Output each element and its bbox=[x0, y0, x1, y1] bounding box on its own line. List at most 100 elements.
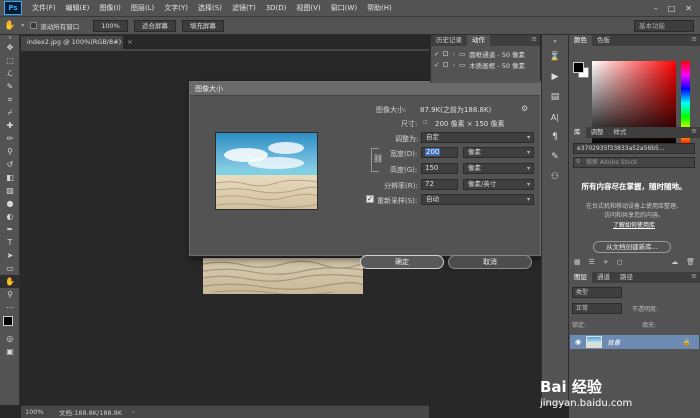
tab-swatches[interactable]: 色板 bbox=[592, 35, 615, 46]
crop-tool-icon[interactable]: ⌗ bbox=[0, 93, 20, 106]
resample-select[interactable]: 自动 ▾ bbox=[421, 194, 534, 205]
menu-3d[interactable]: 3D(D) bbox=[261, 4, 292, 12]
foreground-color-swatch[interactable] bbox=[3, 316, 13, 326]
cancel-button[interactable]: 取消 bbox=[448, 255, 532, 269]
menu-select[interactable]: 选择(S) bbox=[193, 3, 227, 13]
dialog-toggle-icon[interactable] bbox=[443, 51, 449, 56]
clone-source-icon[interactable]: ⚇ bbox=[542, 169, 568, 185]
library-list-icon[interactable]: ☰ bbox=[589, 258, 595, 266]
panel-menu-icon[interactable]: ≡ bbox=[691, 272, 700, 283]
menu-layer[interactable]: 图层(L) bbox=[126, 3, 159, 13]
fit-screen-button[interactable]: 适合屏幕 bbox=[133, 19, 176, 32]
eyedropper-tool-icon[interactable]: ⌿ bbox=[0, 106, 20, 119]
dodge-tool-icon[interactable]: ◐ bbox=[0, 210, 20, 223]
fit-to-select[interactable]: 自定 ▾ bbox=[421, 132, 534, 143]
menu-window[interactable]: 窗口(W) bbox=[326, 3, 362, 13]
color-swatches[interactable] bbox=[0, 314, 20, 332]
lasso-tool-icon[interactable]: ℒ bbox=[0, 67, 20, 80]
brush-settings-icon[interactable]: ✎ bbox=[542, 149, 568, 165]
paragraph-icon[interactable]: ¶ bbox=[542, 129, 568, 145]
tab-color[interactable]: 颜色 bbox=[569, 35, 592, 46]
tab-styles[interactable]: 样式 bbox=[609, 127, 632, 138]
paint-bucket-tool-icon[interactable]: ▨ bbox=[0, 184, 20, 197]
dialog-image-preview[interactable] bbox=[215, 132, 318, 210]
clone-stamp-tool-icon[interactable]: ⚲ bbox=[0, 145, 20, 158]
actions-play-icon[interactable]: ▶ bbox=[542, 69, 568, 85]
height-input[interactable]: 150 bbox=[421, 163, 458, 174]
library-trash-icon[interactable]: 🗑 bbox=[686, 258, 698, 266]
width-input[interactable]: 200 bbox=[421, 147, 458, 158]
tab-adjustments[interactable]: 调整 bbox=[586, 127, 609, 138]
more-tools-icon[interactable]: ⋯ bbox=[0, 301, 20, 314]
dialog-toggle-icon[interactable] bbox=[443, 62, 449, 67]
layer-row[interactable]: ◉ 背景 🔒 bbox=[570, 335, 699, 349]
path-select-tool-icon[interactable]: ➤ bbox=[0, 249, 20, 262]
move-tool-icon[interactable]: ✥ bbox=[0, 41, 20, 54]
close-tab-icon[interactable]: × bbox=[127, 38, 132, 46]
zoom-100-button[interactable]: 100% bbox=[93, 19, 128, 32]
status-zoom[interactable]: 100% bbox=[21, 408, 47, 416]
quick-select-tool-icon[interactable]: ✎ bbox=[0, 80, 20, 93]
constrain-proportions-link-icon[interactable]: ⛓ bbox=[373, 154, 384, 163]
ok-button[interactable]: 确定 bbox=[360, 255, 444, 269]
menu-image[interactable]: 图像(I) bbox=[94, 3, 126, 13]
menu-view[interactable]: 视图(V) bbox=[291, 3, 325, 13]
panel-menu-icon[interactable]: ≡ bbox=[691, 35, 700, 46]
menu-type[interactable]: 文字(Y) bbox=[159, 3, 193, 13]
layer-filter-select[interactable]: 类型 bbox=[572, 287, 622, 298]
history-brush-tool-icon[interactable]: ↺ bbox=[0, 158, 20, 171]
tab-channels[interactable]: 通道 bbox=[592, 272, 615, 283]
tab-actions[interactable]: 动作 bbox=[467, 35, 490, 46]
tab-paths[interactable]: 路径 bbox=[615, 272, 638, 283]
tab-libraries[interactable]: 库 bbox=[569, 127, 586, 138]
menu-file[interactable]: 文件(F) bbox=[27, 3, 61, 13]
quick-mask-icon[interactable]: ◎ bbox=[0, 332, 20, 345]
screen-mode-icon[interactable]: ▣ bbox=[0, 345, 20, 358]
fill-screen-button[interactable]: 填充屏幕 bbox=[181, 19, 224, 32]
history-row[interactable]: ✓ › ▭ 圆框通道 - 50 像素 bbox=[431, 48, 540, 59]
foreground-color-swatch[interactable] bbox=[573, 62, 584, 73]
healing-brush-tool-icon[interactable]: ✚ bbox=[0, 119, 20, 132]
layer-comps-icon[interactable]: ▤ bbox=[542, 89, 568, 105]
library-select[interactable]: e3702935f33833a52a56b5... bbox=[573, 143, 695, 154]
expand-arrow-icon[interactable]: › bbox=[452, 61, 455, 69]
scroll-all-windows-checkbox[interactable] bbox=[30, 22, 38, 29]
menu-edit[interactable]: 编辑(E) bbox=[61, 3, 95, 13]
color-panel-swatches[interactable] bbox=[573, 62, 589, 78]
pen-tool-icon[interactable]: ✒ bbox=[0, 223, 20, 236]
status-arrow-icon[interactable]: › bbox=[132, 408, 135, 416]
hand-tool-icon[interactable]: ✋ bbox=[0, 275, 20, 288]
create-library-button[interactable]: 从文档创建新库... bbox=[593, 241, 671, 253]
library-grid-icon[interactable]: ▦ bbox=[574, 258, 581, 266]
resample-checkbox[interactable]: ✓ bbox=[366, 195, 374, 203]
blend-mode-select[interactable]: 正常 bbox=[572, 303, 622, 314]
close-icon[interactable]: ✕ bbox=[685, 4, 692, 13]
marquee-tool-icon[interactable]: ⬚ bbox=[0, 54, 20, 67]
collapse-panels-icon[interactable]: « bbox=[542, 37, 568, 45]
library-add-icon[interactable]: + bbox=[603, 258, 609, 266]
resolution-input[interactable]: 72 bbox=[421, 179, 458, 190]
settings-gear-icon[interactable]: ⚙ bbox=[521, 104, 528, 113]
blur-tool-icon[interactable]: ● bbox=[0, 197, 20, 210]
rectangle-tool-icon[interactable]: ▭ bbox=[0, 262, 20, 275]
dimensions-dropdown-icon[interactable]: ▫ bbox=[423, 118, 428, 126]
character-icon[interactable]: A| bbox=[542, 109, 568, 125]
check-icon[interactable]: ✓ bbox=[434, 61, 439, 69]
eraser-tool-icon[interactable]: ◧ bbox=[0, 171, 20, 184]
type-tool-icon[interactable]: T bbox=[0, 236, 20, 249]
check-icon[interactable]: ✓ bbox=[434, 50, 439, 58]
library-color-icon[interactable]: ◻ bbox=[617, 258, 623, 266]
tab-history[interactable]: 历史记录 bbox=[431, 35, 467, 46]
resolution-unit-select[interactable]: 像素/英寸 ▾ bbox=[463, 179, 534, 190]
minimize-icon[interactable]: – bbox=[654, 4, 658, 13]
learn-more-link[interactable]: 了解如何使用库 bbox=[570, 220, 698, 229]
eye-icon[interactable]: ◉ bbox=[575, 338, 581, 346]
tool-preset-arrow-icon[interactable]: ▾ bbox=[21, 22, 24, 29]
menu-filter[interactable]: 滤镜(T) bbox=[227, 3, 261, 13]
expand-arrow-icon[interactable]: › bbox=[452, 50, 455, 58]
library-cloud-icon[interactable]: ☁ bbox=[671, 258, 678, 266]
history-icon[interactable]: ⌛ bbox=[542, 49, 568, 65]
height-unit-select[interactable]: 像素 ▾ bbox=[463, 163, 534, 174]
menu-help[interactable]: 帮助(H) bbox=[362, 3, 397, 13]
workspace-select[interactable]: 基本功能 bbox=[634, 19, 694, 32]
